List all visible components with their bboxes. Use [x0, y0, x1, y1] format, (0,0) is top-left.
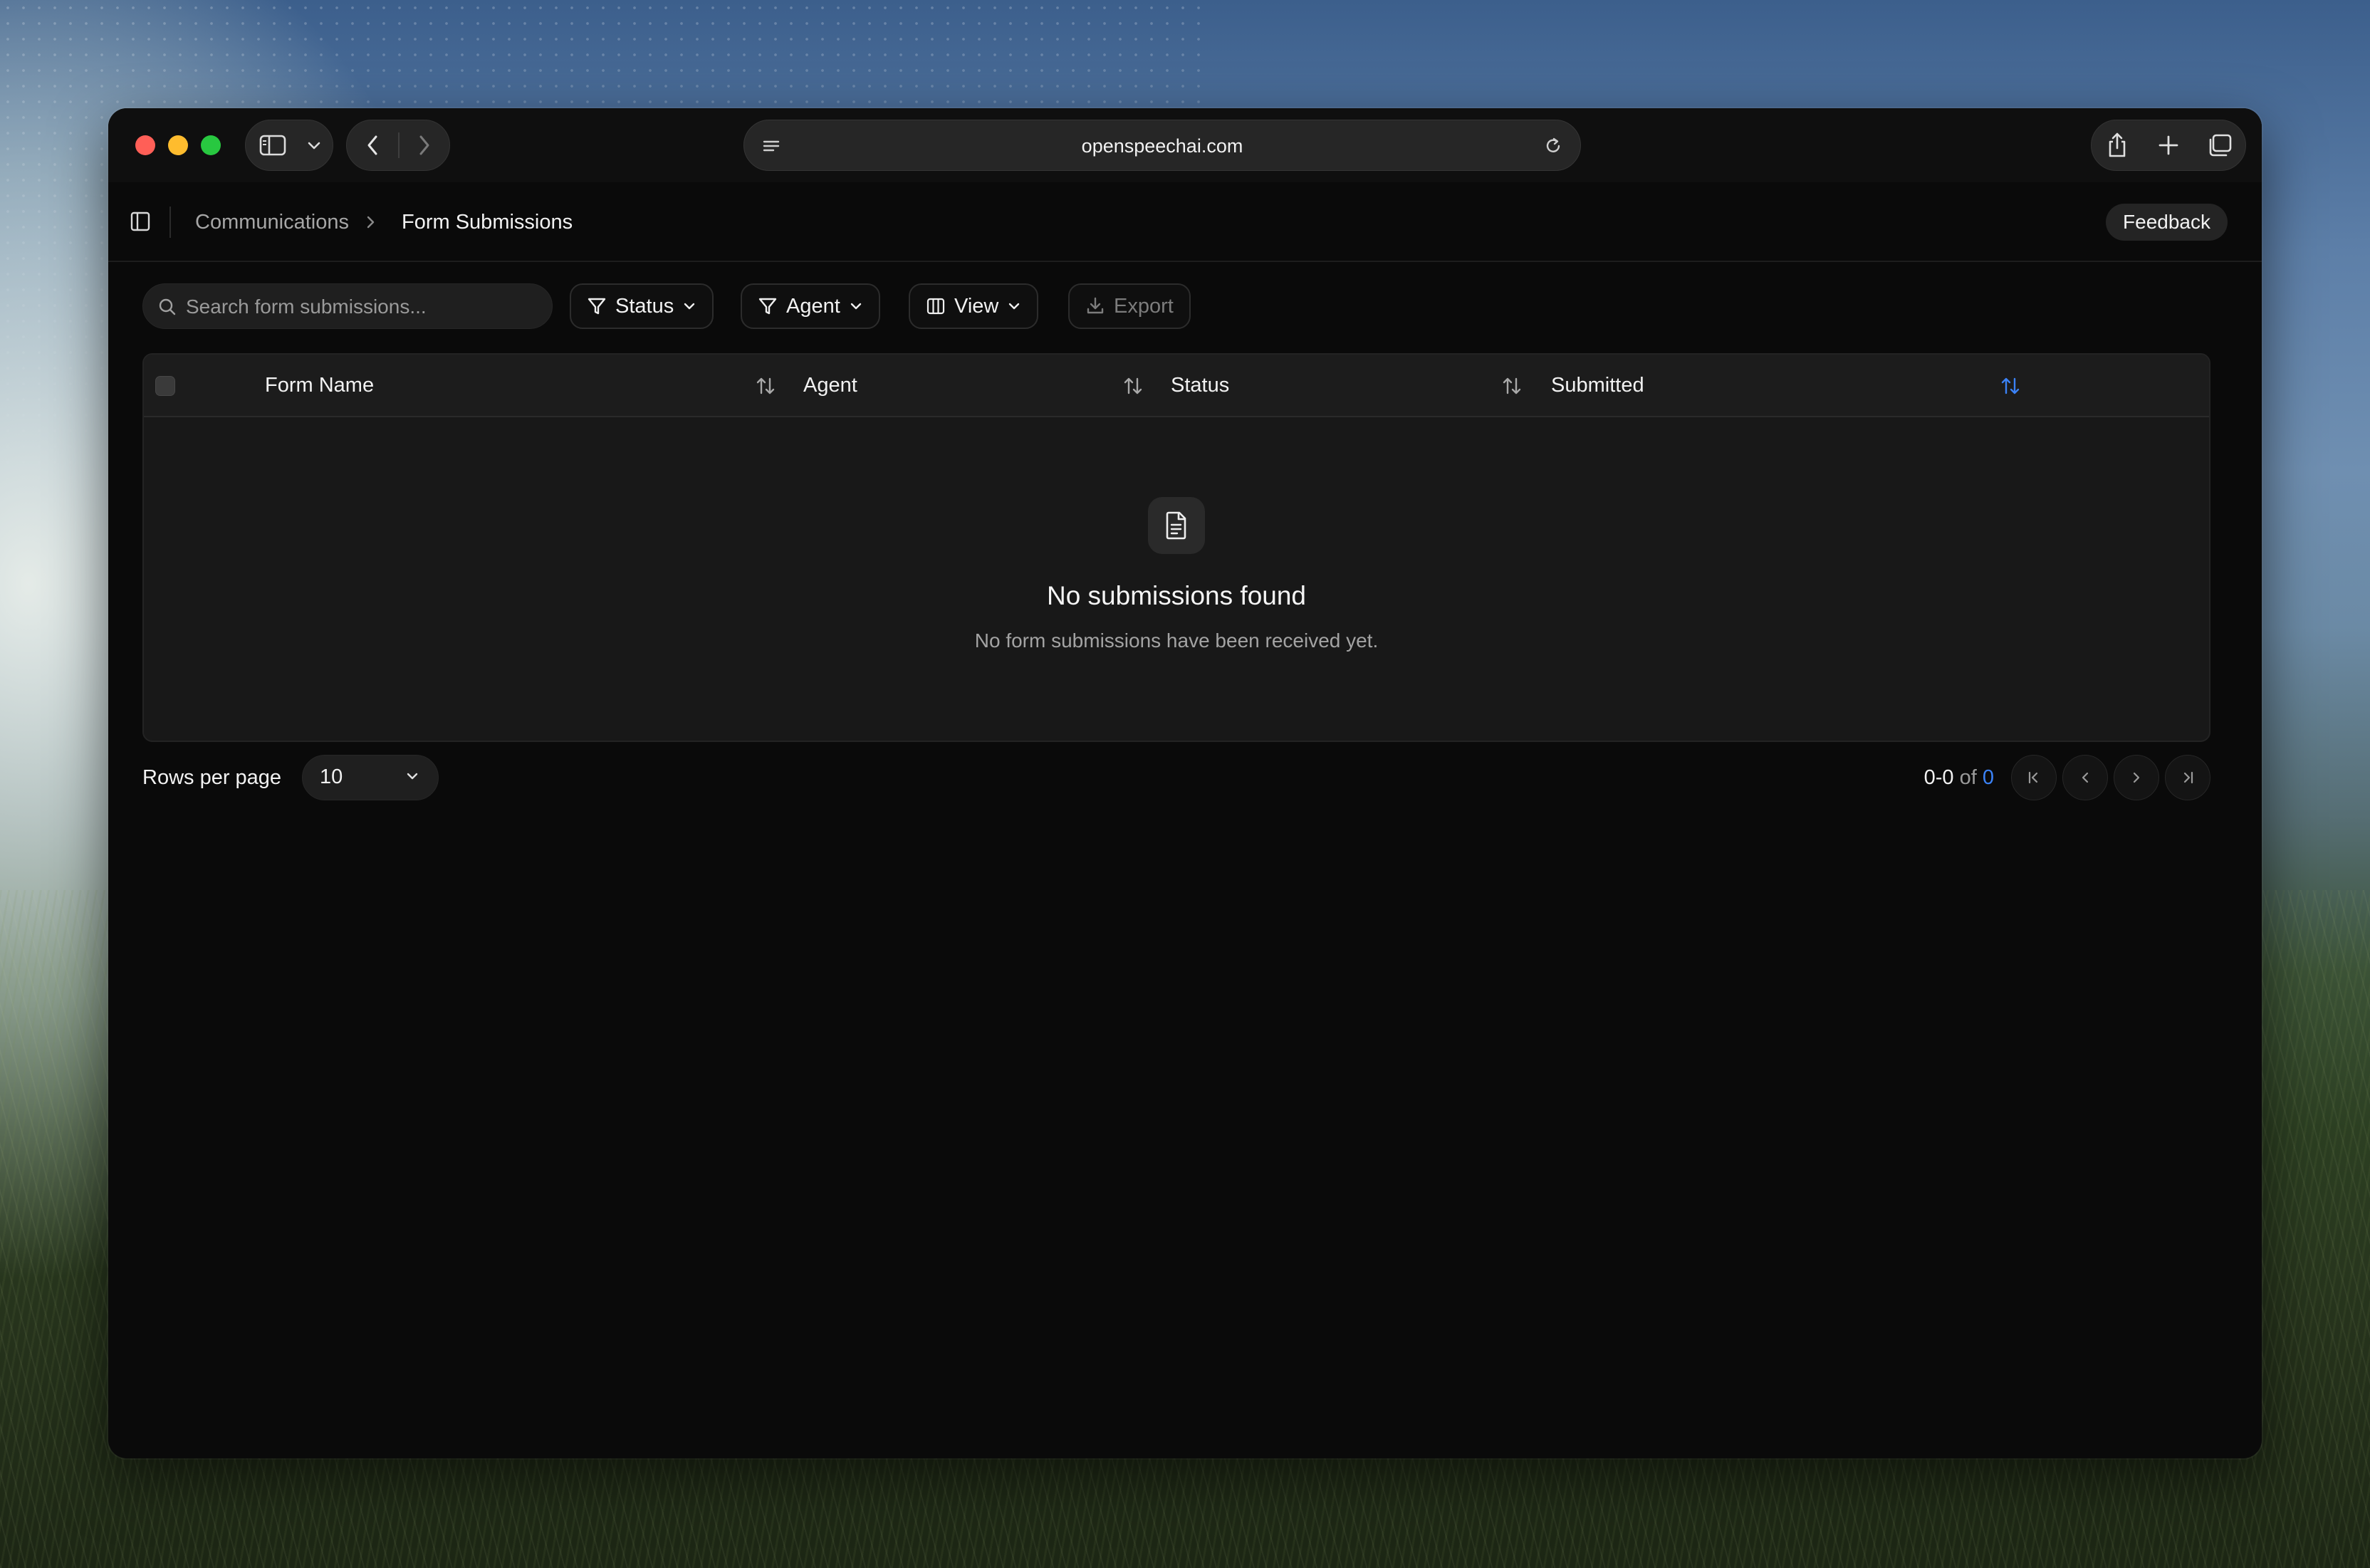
previous-page-button[interactable]: [2062, 755, 2108, 800]
chevron-left-icon: [367, 135, 377, 155]
pagination-range-value: 0-0: [1923, 766, 1954, 789]
columns-icon: [926, 298, 945, 315]
search-field: [142, 283, 553, 330]
chevron-left-icon: [2082, 772, 2089, 783]
empty-state-icon-box: [1148, 497, 1205, 554]
column-header-submitted[interactable]: Submitted: [1551, 355, 1644, 416]
chevron-last-icon: [2183, 771, 2193, 784]
address-bar[interactable]: openspeechai.com: [743, 120, 1581, 171]
rows-per-page-label: Rows per page: [142, 766, 282, 789]
search-icon: [159, 298, 176, 315]
close-window-button[interactable]: [135, 135, 155, 155]
search-input[interactable]: [184, 284, 543, 330]
navigation-group: [346, 120, 450, 171]
breadcrumb-form-submissions: Form Submissions: [402, 211, 573, 234]
pagination-range: 0-0 of 0: [1924, 755, 1994, 800]
pagination-of-label: of: [1959, 766, 1977, 789]
pagination-total: 0: [1982, 766, 1994, 789]
status-filter-button[interactable]: Status: [570, 283, 714, 329]
app-sidebar-toggle-icon[interactable]: [130, 211, 151, 232]
sort-icon[interactable]: [1501, 375, 1523, 397]
window-actions-group: [2091, 120, 2246, 171]
empty-state-subtitle: No form submissions have been received y…: [974, 629, 1379, 652]
back-button[interactable]: [347, 120, 398, 170]
status-filter-label: Status: [615, 294, 674, 318]
chevron-down-icon: [308, 142, 320, 150]
breadcrumb-communications[interactable]: Communications: [195, 182, 349, 262]
browser-titlebar: openspeechai.com: [108, 108, 2262, 182]
browser-window: openspeechai.com Communications Form Sub…: [108, 108, 2262, 1458]
first-page-button[interactable]: [2011, 755, 2057, 800]
table-header: Form Name Agent Status Submitted: [144, 355, 2209, 417]
new-tab-button[interactable]: [2143, 120, 2194, 170]
minimize-window-button[interactable]: [168, 135, 188, 155]
export-label: Export: [1114, 294, 1174, 318]
last-page-button[interactable]: [2165, 755, 2210, 800]
tab-group-dropdown[interactable]: [300, 120, 328, 170]
filter-icon: [588, 298, 606, 315]
chevron-right-icon: [2133, 772, 2140, 783]
forward-button[interactable]: [400, 120, 449, 170]
view-options-label: View: [954, 294, 999, 318]
chevron-down-icon: [1009, 303, 1020, 310]
chevron-down-icon: [407, 773, 418, 780]
chevron-first-icon: [2028, 771, 2038, 784]
download-icon: [1087, 297, 1104, 314]
chevron-down-icon: [850, 303, 861, 310]
agent-filter-button[interactable]: Agent: [741, 283, 880, 329]
submissions-table: Form Name Agent Status Submitted No subm…: [142, 353, 2210, 742]
column-header-agent[interactable]: Agent: [803, 355, 857, 416]
sidebar-menu-group: [245, 120, 333, 171]
agent-filter-label: Agent: [786, 294, 840, 318]
breadcrumb-separator-icon: [367, 216, 375, 229]
column-header-form-name[interactable]: Form Name: [265, 355, 374, 416]
rows-per-page-value: 10: [320, 765, 343, 788]
next-page-button[interactable]: [2114, 755, 2159, 800]
sort-icon[interactable]: [1122, 375, 1144, 397]
sidebar-toggle-button[interactable]: [246, 120, 300, 170]
export-button[interactable]: Export: [1068, 283, 1191, 329]
select-all-checkbox[interactable]: [155, 376, 175, 396]
chevron-right-icon: [419, 135, 429, 155]
empty-state-title: No submissions found: [1046, 581, 1307, 610]
column-header-status[interactable]: Status: [1171, 355, 1229, 416]
document-icon: [1166, 511, 1186, 540]
reload-icon[interactable]: [1543, 136, 1563, 156]
sidebar-icon: [259, 135, 286, 156]
share-button[interactable]: [2092, 120, 2143, 170]
url-text: openspeechai.com: [1081, 135, 1243, 157]
feedback-button[interactable]: Feedback: [2106, 204, 2228, 241]
view-options-button[interactable]: View: [909, 283, 1039, 329]
chevron-down-icon: [684, 303, 695, 310]
tab-overview-button[interactable]: [2194, 120, 2245, 170]
rows-per-page-select[interactable]: 10: [302, 755, 439, 800]
sort-icon[interactable]: [755, 375, 776, 397]
sort-active-icon[interactable]: [2000, 375, 2021, 397]
filter-icon: [758, 298, 777, 315]
share-icon: [2109, 132, 2126, 157]
app-header: Communications Form Submissions Feedback: [108, 182, 2262, 262]
header-divider: [169, 207, 171, 238]
plus-icon: [2158, 135, 2178, 155]
tabs-icon: [2209, 134, 2232, 157]
zoom-window-button[interactable]: [201, 135, 221, 155]
